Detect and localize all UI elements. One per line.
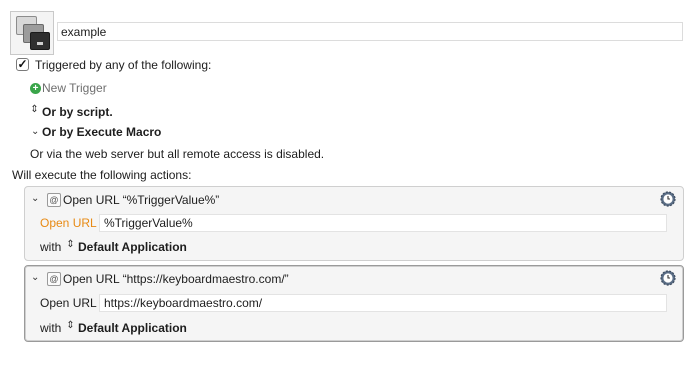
actions-heading: Will execute the following actions:: [12, 168, 192, 182]
triggers-heading: Triggered by any of the following:: [35, 58, 212, 72]
with-label: with: [40, 321, 62, 335]
gear-clock-icon[interactable]: [659, 269, 677, 287]
or-by-execute-macro-label[interactable]: Or by Execute Macro: [42, 125, 161, 139]
at-sign-icon: @: [47, 272, 61, 286]
new-trigger-button[interactable]: New Trigger: [42, 81, 107, 95]
triggered-checkbox[interactable]: ✓: [16, 58, 29, 71]
url-field[interactable]: https://keyboardmaestro.com/: [99, 294, 667, 312]
action-open-url-2[interactable]: ⌄ @ Open URL “https://keyboardmaestro.co…: [24, 265, 684, 342]
updown-stepper-icon[interactable]: ⇕: [30, 104, 39, 115]
gear-clock-icon[interactable]: [659, 190, 677, 208]
open-url-label: Open URL: [40, 216, 97, 230]
action-title[interactable]: Open URL “https://keyboardmaestro.com/”: [63, 272, 289, 286]
url-field[interactable]: %TriggerValue%: [99, 214, 667, 232]
plus-circle-icon[interactable]: +: [30, 83, 41, 94]
action-open-url-1[interactable]: ⌄ @ Open URL “%TriggerValue%” Open URL %…: [24, 186, 684, 261]
updown-stepper-icon[interactable]: ⇕: [66, 239, 75, 250]
macro-name-field[interactable]: example: [57, 22, 683, 41]
web-server-note: Or via the web server but all remote acc…: [30, 147, 325, 161]
macro-icon[interactable]: [10, 11, 54, 55]
application-select[interactable]: Default Application: [78, 321, 187, 335]
or-by-script-label[interactable]: Or by script.: [42, 105, 113, 119]
application-select[interactable]: Default Application: [78, 240, 187, 254]
action-title[interactable]: Open URL “%TriggerValue%”: [63, 193, 219, 207]
chevron-down-icon[interactable]: ⌄: [31, 272, 39, 283]
chevron-down-icon[interactable]: ⌄: [31, 126, 39, 137]
with-label: with: [40, 240, 62, 254]
chevron-down-icon[interactable]: ⌄: [31, 193, 39, 204]
open-url-label: Open URL: [40, 296, 97, 310]
updown-stepper-icon[interactable]: ⇕: [66, 320, 75, 331]
at-sign-icon: @: [47, 193, 61, 207]
